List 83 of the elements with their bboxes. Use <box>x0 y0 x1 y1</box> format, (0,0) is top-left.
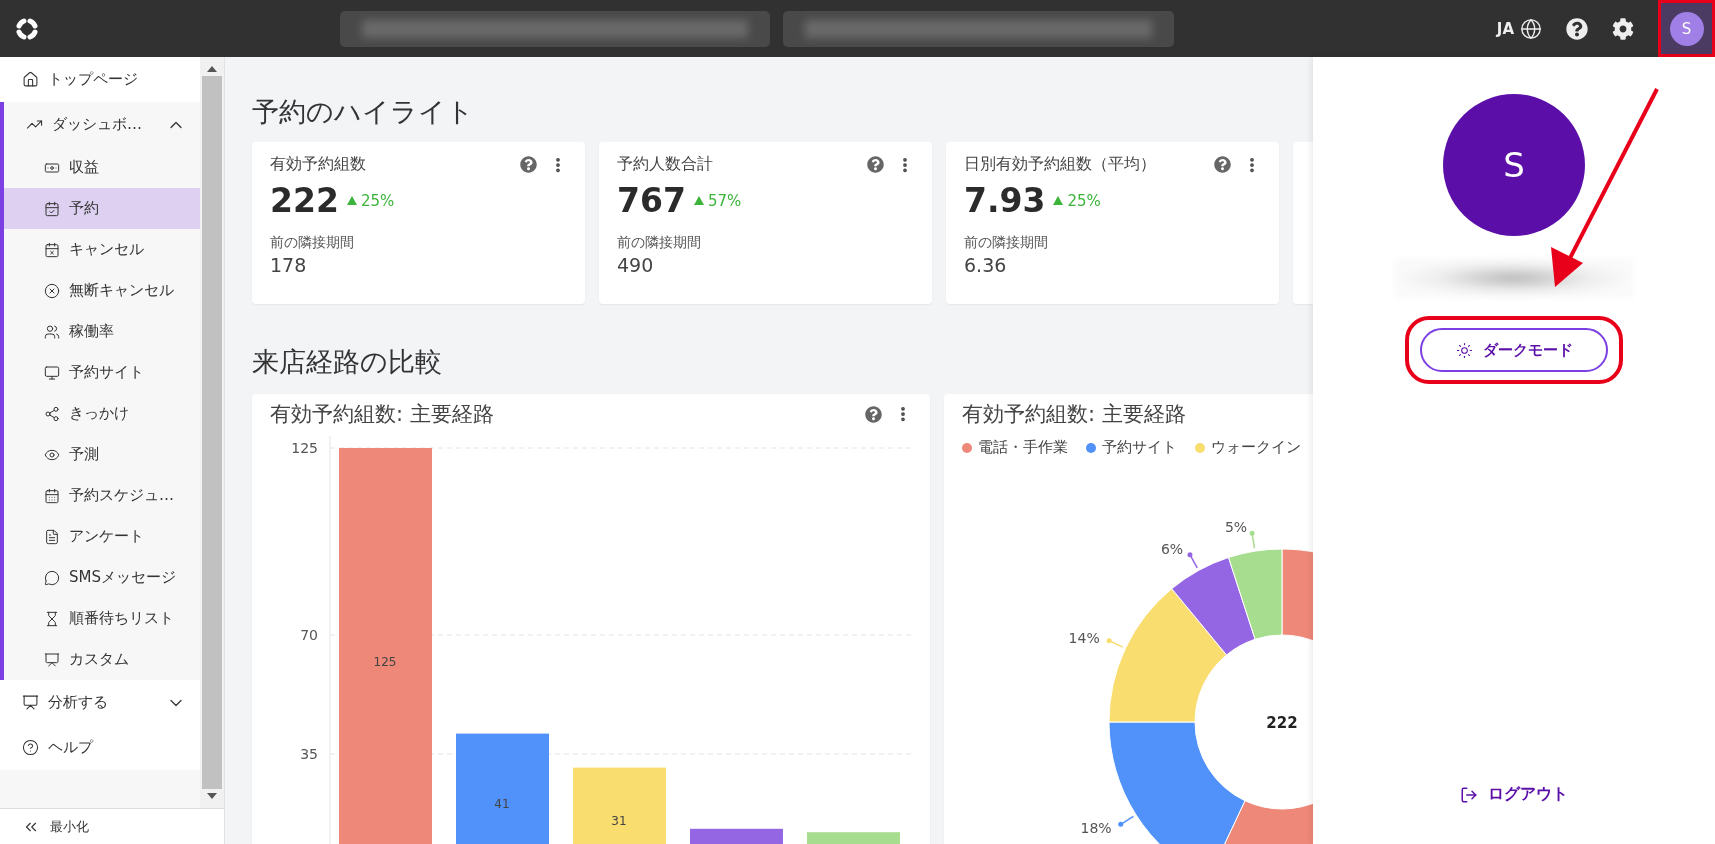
sidebar-icon <box>22 694 39 711</box>
sidebar-icon <box>22 71 39 88</box>
percent-label: 5% <box>1224 519 1248 536</box>
language-button[interactable]: JA <box>1496 17 1542 40</box>
legend-item[interactable]: ウォークイン <box>1195 438 1301 457</box>
logo-icon <box>14 15 40 42</box>
card-title: 予約人数合計 <box>617 154 714 175</box>
stat-value: 767 <box>617 181 686 220</box>
sidebar-item[interactable]: 稼働率 <box>4 311 200 352</box>
globe-icon <box>1520 17 1542 40</box>
help-button[interactable] <box>1566 17 1588 40</box>
sidebar-item[interactable]: 順番待ちリスト <box>4 598 200 639</box>
percent-label: 14% <box>1068 630 1100 647</box>
bar-value-label: 41 <box>494 797 510 812</box>
sidebar-item[interactable]: ヘルプ <box>0 725 200 770</box>
donut-total: 222 <box>1266 714 1298 732</box>
sidebar-item[interactable]: 収益 <box>4 147 200 188</box>
sidebar-icon <box>44 487 60 504</box>
section-title: 予約のハイライト <box>252 95 474 129</box>
previous-label: 前の隣接期間 <box>617 234 702 252</box>
legend-item[interactable]: 予約サイト <box>1086 438 1177 457</box>
percent-label: 18% <box>1080 819 1112 836</box>
card-title: 有効予約組数 <box>270 154 367 175</box>
leader-line <box>1106 638 1124 648</box>
settings-button[interactable] <box>1612 17 1634 40</box>
previous-label: 前の隣接期間 <box>270 234 355 252</box>
help-icon[interactable] <box>520 156 537 173</box>
sidebar-item[interactable]: 予約スケジュ… <box>4 475 200 516</box>
leader-line <box>1187 552 1198 569</box>
dark-mode-button[interactable]: ダークモード <box>1420 328 1608 372</box>
change-indicator: 25% <box>1053 191 1101 210</box>
leader-line <box>1249 530 1256 549</box>
avatar: S <box>1443 94 1585 236</box>
change-indicator: 25% <box>346 191 395 210</box>
sidebar-icon <box>44 323 60 340</box>
sidebar-icon <box>44 651 60 668</box>
sidebar-icon <box>44 241 60 258</box>
sidebar-icon <box>44 405 60 422</box>
stat-value: 7.93 <box>964 181 1046 220</box>
axis-tick-label: 70 <box>300 627 318 643</box>
scrollbar[interactable] <box>200 57 224 808</box>
sidebar-item[interactable]: 予約サイト <box>4 352 200 393</box>
sidebar-item[interactable]: 予約 <box>4 188 200 229</box>
sidebar-item[interactable]: 分析する <box>0 680 200 725</box>
axis-tick-label: 125 <box>291 440 318 456</box>
sidebar-item[interactable]: キャンセル <box>4 229 200 270</box>
card-title: 有効予約組数: 主要経路 <box>962 401 1187 428</box>
previous-value: 490 <box>617 254 655 276</box>
legend-item[interactable]: 電話・手作業 <box>962 438 1068 457</box>
card-title: 有効予約組数: 主要経路 <box>270 401 495 428</box>
stat-value: 222 <box>270 181 339 220</box>
sidebar-icon <box>44 610 60 627</box>
percent-label: 6% <box>1160 541 1184 558</box>
sidebar-item[interactable]: ダッシュボ… <box>4 102 200 147</box>
help-icon[interactable] <box>867 156 884 173</box>
sidebar-icon <box>44 282 60 299</box>
logout-button[interactable]: ログアウト <box>1454 783 1574 806</box>
help-icon[interactable] <box>865 405 882 423</box>
sidebar-item[interactable]: カスタム <box>4 639 200 680</box>
sidebar-item[interactable]: SMSメッセージ <box>4 557 200 598</box>
previous-label: 前の隣接期間 <box>964 234 1049 252</box>
sidebar-item[interactable]: トップページ <box>0 57 200 102</box>
help-icon[interactable] <box>1214 156 1231 173</box>
bar-value-label: 31 <box>611 814 627 829</box>
sidebar-item[interactable]: 予測 <box>4 434 200 475</box>
sun-icon <box>1455 341 1473 359</box>
sidebar-icon <box>22 739 39 756</box>
section-title: 来店経路の比較 <box>252 345 442 379</box>
change-indicator: 57% <box>693 191 742 210</box>
sidebar-icon <box>44 200 60 217</box>
card-title: 日別有効予約組数（平均） <box>964 154 1157 175</box>
sidebar-item[interactable]: アンケート <box>4 516 200 557</box>
sidebar-icon <box>44 528 60 545</box>
previous-value: 178 <box>270 254 308 276</box>
logout-icon <box>1460 785 1478 804</box>
sidebar-item[interactable]: 無断キャンセル <box>4 270 200 311</box>
sidebar-icon <box>44 569 60 586</box>
sidebar-icon <box>44 364 60 381</box>
sidebar-item[interactable]: きっかけ <box>4 393 200 434</box>
previous-value: 6.36 <box>964 254 1008 276</box>
leader-line <box>1118 815 1135 827</box>
bar-value-label: 125 <box>373 654 397 669</box>
axis-tick-label: 35 <box>300 746 318 762</box>
